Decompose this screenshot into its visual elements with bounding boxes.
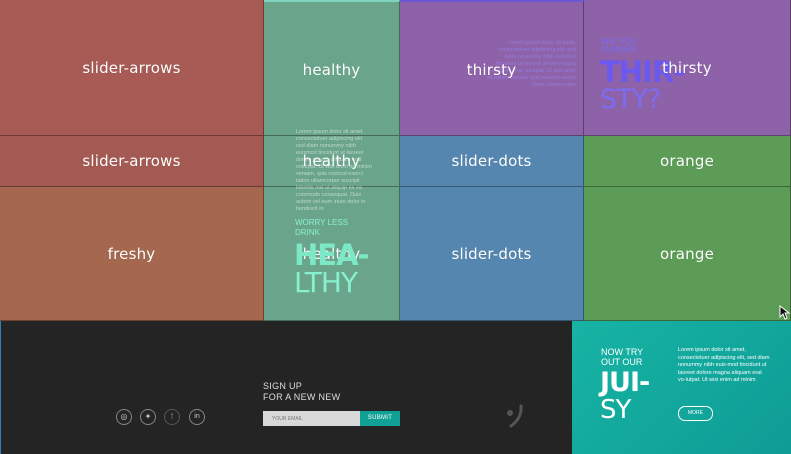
healthy-big-2: LTHY [294, 266, 358, 299]
cell-label: thirsty [466, 61, 517, 79]
grid-cell-slider-arrows-1[interactable]: slider-arrows [0, 0, 264, 136]
twitter-icon[interactable]: ✦ [140, 409, 156, 425]
promo-big-1: JUI- [600, 367, 650, 398]
thirsty-big-2: STY? [600, 84, 661, 115]
cell-label: slider-dots [451, 245, 532, 263]
linkedin-icon[interactable]: in [189, 409, 205, 425]
grid-cell-freshy[interactable]: freshy [0, 187, 264, 321]
submit-button[interactable]: SUBMIT [360, 411, 400, 426]
grid-cell-orange-2[interactable]: orange [584, 187, 791, 321]
grid-cell-orange-1[interactable]: orange [584, 136, 791, 187]
cell-label: orange [660, 152, 714, 170]
grid-cell-thirsty-2[interactable]: ARE YOU SUMMER THIR- STY? thirsty [584, 0, 791, 136]
promo-big-2: SY [600, 395, 631, 425]
healthy-body-text: Lorem ipsum dolor sit amet consectetuer … [296, 129, 372, 212]
thirsty-kicker-2: SUMMER [601, 45, 637, 54]
email-input[interactable] [263, 411, 360, 426]
juisy-promo-panel: NOW TRY OUT OUR JUI- SY Lorem ipsum dolo… [572, 321, 791, 454]
healthy-kicker-2: DRINK [295, 228, 320, 237]
signup-heading-1: SIGN UP [263, 381, 303, 391]
promo-body-text: Lorem ipsum dolor sit amet, consectetuer… [678, 347, 770, 383]
instagram-icon[interactable]: ◎ [116, 409, 132, 425]
promo-kicker-1: NOW TRY [601, 347, 644, 357]
cell-label: healthy [302, 61, 361, 79]
signup-heading-2: FOR A NEW NEW [263, 392, 341, 402]
grid-cell-slider-dots-2[interactable]: slider-dots [400, 187, 584, 321]
brand-logo-icon [507, 404, 523, 428]
cell-label: thirsty [662, 59, 712, 77]
cell-label: slider-arrows [82, 59, 181, 77]
healthy-kicker-1: WORRY LESS [295, 218, 349, 227]
grid-cell-slider-dots-1[interactable]: slider-dots [400, 136, 584, 187]
more-button[interactable]: MORE [678, 406, 713, 421]
cursor-icon [779, 305, 790, 320]
promo-kicker-2: OUT OUR [601, 357, 643, 367]
cell-label: slider-arrows [82, 152, 181, 170]
cell-label: orange [660, 245, 714, 263]
grid-cell-slider-arrows-2[interactable]: slider-arrows [0, 136, 264, 187]
cell-label: slider-dots [451, 152, 532, 170]
facebook-icon[interactable]: f [164, 409, 180, 425]
cell-label: freshy [107, 245, 156, 263]
grid-cell-healthy-1[interactable]: healthy [264, 0, 400, 136]
grid-cell-thirsty-1[interactable]: Lorem ipsum dolor sit amet, consectetuer… [400, 0, 584, 136]
